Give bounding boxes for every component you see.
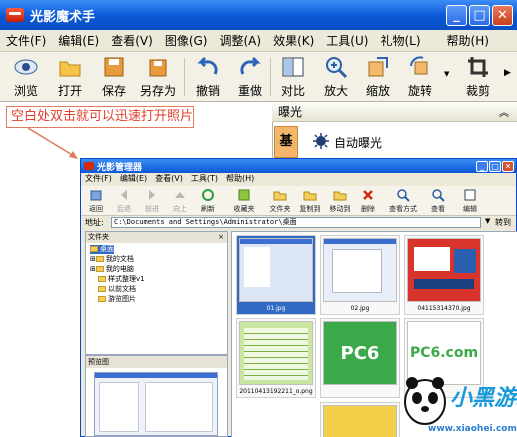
arrow-right-icon xyxy=(145,188,159,202)
folder-icon xyxy=(98,286,106,292)
manager-folder-button[interactable]: 文件夹 xyxy=(265,188,295,214)
tree-item-computer[interactable]: ⊞ 我的电脑 xyxy=(90,265,134,274)
manager-toolbar: 返回 后退 前进 向上 刷新 收藏夹 文件夹 复制到 移动到 删除 查看方式 查… xyxy=(81,186,516,216)
go-button[interactable]: 转到 xyxy=(495,217,511,228)
thumbnail-item[interactable]: 02.jpg xyxy=(320,235,400,315)
thumbnail-item[interactable]: PC6 xyxy=(320,318,400,398)
manager-close-button[interactable]: ✕ xyxy=(502,160,514,172)
manager-minimize-button[interactable]: _ xyxy=(476,160,488,172)
tree-item-pictures[interactable]: 游览图片 xyxy=(98,295,136,304)
folder-pane: 文件夹 × 桌面 ⊞ 我的文档 ⊞ 我的电脑 样式整理v1 以前文档 游览图片 xyxy=(85,231,228,355)
folder-icon xyxy=(90,246,98,252)
address-dropdown-icon[interactable]: ▼ xyxy=(485,217,490,225)
view-mode-icon xyxy=(396,188,410,202)
folder-icon xyxy=(95,256,104,262)
watermark-brand: 小黑游戏 xyxy=(450,386,517,411)
watermark: 小黑游戏 www.xiaohei.com xyxy=(400,372,517,437)
preview-image xyxy=(94,372,218,436)
manager-view-button[interactable]: 查看 xyxy=(425,188,451,214)
thumbnail-image xyxy=(323,238,397,302)
thumbnail-image xyxy=(239,238,313,302)
preview-pane: 预览图 xyxy=(85,355,228,437)
tree-item-desktop[interactable]: 桌面 xyxy=(90,245,114,254)
manager-copy-to-button[interactable]: 复制到 xyxy=(295,188,325,214)
tree-item-documents[interactable]: ⊞ 我的文档 xyxy=(90,255,134,264)
manager-app-icon xyxy=(84,162,94,170)
manager-menu-help[interactable]: 帮助(H) xyxy=(222,173,258,185)
panda-mascot-icon xyxy=(404,377,446,425)
folder-icon xyxy=(98,276,106,282)
manager-prev-button[interactable]: 后退 xyxy=(111,188,137,214)
address-bar: 地址: C:\Documents and Settings\Administra… xyxy=(81,216,516,229)
thumbnail-image xyxy=(323,405,397,437)
manager-up-button[interactable]: 向上 xyxy=(167,188,193,214)
manager-menu-file[interactable]: 文件(F) xyxy=(81,173,116,185)
manager-forward-button[interactable]: 前进 xyxy=(139,188,165,214)
manager-favorites-button[interactable]: 收藏夹 xyxy=(227,188,261,214)
manager-view-mode-button[interactable]: 查看方式 xyxy=(385,188,421,214)
copy-icon xyxy=(303,188,317,202)
home-icon xyxy=(89,188,103,202)
tree-item-old-docs[interactable]: 以前文档 xyxy=(98,285,136,294)
move-icon xyxy=(333,188,347,202)
thumbnail-item[interactable] xyxy=(320,402,400,437)
manager-delete-button[interactable]: 删除 xyxy=(355,188,381,214)
favorites-icon xyxy=(237,188,251,202)
address-label: 地址: xyxy=(85,218,104,227)
manager-menu-tools[interactable]: 工具(T) xyxy=(187,173,222,185)
edit-icon xyxy=(463,188,477,202)
thumbnail-item[interactable]: 04115314370.jpg xyxy=(404,235,484,315)
thumbnail-image: PC6 xyxy=(323,321,397,385)
thumbnail-image xyxy=(239,321,313,385)
folder-icon xyxy=(98,296,106,302)
folder-pane-close-icon[interactable]: × xyxy=(218,232,224,243)
refresh-icon xyxy=(201,188,215,202)
search-icon xyxy=(431,188,445,202)
manager-titlebar: 光影管理器 _ □ ✕ xyxy=(81,159,516,173)
manager-move-to-button[interactable]: 移动到 xyxy=(325,188,355,214)
watermark-url: www.xiaohei.com xyxy=(428,424,517,434)
tree-item-style[interactable]: 样式整理v1 xyxy=(98,275,145,284)
thumbnail-item[interactable]: 01.jpg xyxy=(236,235,316,315)
thumbnail-image xyxy=(407,238,481,302)
manager-edit-button[interactable]: 编辑 xyxy=(457,188,483,214)
folder-icon xyxy=(95,266,104,272)
manager-back-button[interactable]: 返回 xyxy=(83,188,109,214)
preview-pane-header: 预览图 xyxy=(86,356,227,368)
manager-refresh-button[interactable]: 刷新 xyxy=(195,188,221,214)
manager-menu-edit[interactable]: 编辑(E) xyxy=(116,173,151,185)
address-input[interactable]: C:\Documents and Settings\Administrator\… xyxy=(111,217,481,228)
delete-icon xyxy=(361,188,375,202)
arrow-up-icon xyxy=(173,188,187,202)
arrow-left-icon xyxy=(117,188,131,202)
thumbnail-item[interactable]: 20110413192211_o.png xyxy=(236,318,316,398)
manager-maximize-button[interactable]: □ xyxy=(489,160,501,172)
manager-menubar: 文件(F) 编辑(E) 查看(V) 工具(T) 帮助(H) xyxy=(81,173,516,185)
manager-menu-view[interactable]: 查看(V) xyxy=(151,173,187,185)
folder-pane-header: 文件夹 × xyxy=(86,232,227,243)
folder-icon xyxy=(273,188,287,202)
